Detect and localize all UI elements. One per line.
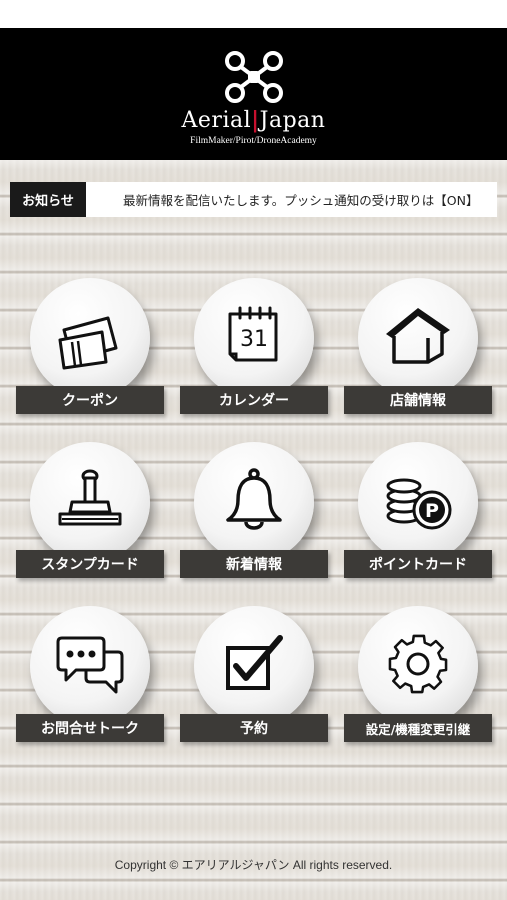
menu-circle: 31: [194, 278, 314, 398]
menu-coupon[interactable]: クーポン: [16, 278, 164, 418]
drone-logo-icon: [224, 50, 283, 103]
brand-tagline: FilmMaker/Pirot/DroneAcademy: [190, 135, 317, 146]
calendar-day: 31: [240, 327, 268, 352]
menu-circle: [30, 278, 150, 398]
menu-label: 予約: [180, 714, 328, 742]
stamp-icon: [58, 469, 122, 526]
menu-label: スタンプカード: [16, 550, 164, 578]
menu-point-card[interactable]: P ポイントカード: [344, 442, 492, 582]
copyright-footer: Copyright © エアリアルジャパン All rights reserve…: [114, 858, 393, 872]
menu-inquiry-talk[interactable]: お問合せトーク: [16, 606, 164, 746]
menu-settings[interactable]: 設定/機種変更引継: [344, 606, 492, 746]
checkbox-icon: [226, 635, 283, 690]
menu-label: ポイントカード: [344, 550, 492, 578]
house-icon: [386, 308, 450, 364]
chat-icon: [56, 636, 124, 694]
menu-reservation[interactable]: 予約: [180, 606, 328, 746]
coins-icon: P: [386, 478, 452, 530]
menu-circle: P: [358, 442, 478, 562]
news-text: 最新情報を配信いたします。プッシュ通知の受け取りは【ON】: [123, 193, 479, 208]
menu-label: 店舗情報: [344, 386, 492, 414]
coin-letter: P: [425, 500, 439, 522]
menu-label: 新着情報: [180, 550, 328, 578]
menu-circle: [358, 278, 478, 398]
menu-circle: [30, 442, 150, 562]
menu-label: クーポン: [16, 386, 164, 414]
menu-circle: [30, 606, 150, 726]
menu-news[interactable]: 新着情報: [180, 442, 328, 582]
menu-store-info[interactable]: 店舗情報: [344, 278, 492, 418]
menu-label: お問合せトーク: [16, 714, 164, 742]
status-bar-area: [0, 0, 507, 28]
coupon-icon: [58, 316, 118, 370]
menu-circle: [194, 606, 314, 726]
menu-label: カレンダー: [180, 386, 328, 414]
menu-label: 設定/機種変更引継: [344, 714, 492, 742]
news-ticker[interactable]: お知らせ 最新情報を配信いたします。プッシュ通知の受け取りは【ON】: [10, 182, 497, 217]
gear-icon: [388, 634, 448, 694]
menu-calendar[interactable]: 31 カレンダー: [180, 278, 328, 418]
menu-circle: [358, 606, 478, 726]
news-label: お知らせ: [10, 182, 86, 217]
menu-circle: [194, 442, 314, 562]
menu-stamp-card[interactable]: スタンプカード: [16, 442, 164, 582]
bell-icon: [226, 468, 282, 530]
app-header: Aerial|Japan FilmMaker/Pirot/DroneAcadem…: [0, 28, 507, 160]
calendar-icon: 31: [228, 306, 278, 362]
brand-name: Aerial|Japan: [181, 106, 326, 133]
